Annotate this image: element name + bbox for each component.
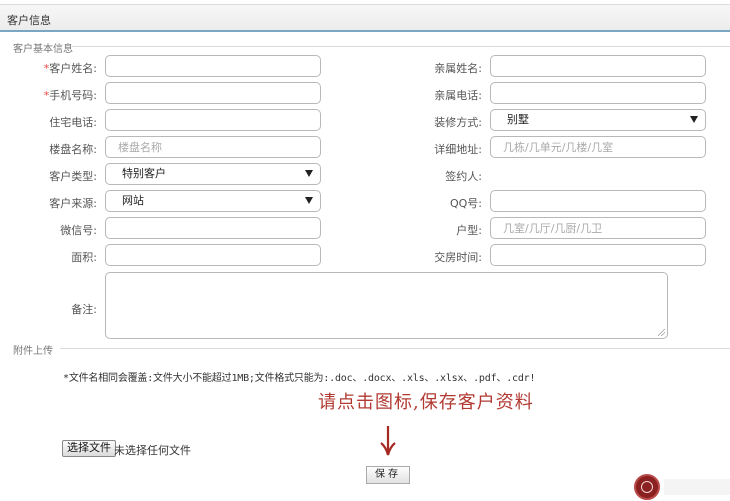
decoration-select[interactable]: 别墅 <box>490 109 706 131</box>
decoration-value: 别墅 <box>507 113 529 126</box>
area-input[interactable] <box>105 244 321 266</box>
qq-input[interactable] <box>490 190 706 212</box>
save-hint-text: 请点击图标,保存客户资料 <box>318 392 534 413</box>
signer-label: 签约人: <box>445 170 482 183</box>
building-input[interactable] <box>105 136 321 158</box>
watermark <box>664 479 730 495</box>
page-title: 客户信息 <box>7 14 51 27</box>
section-title-basic: 客户基本信息 <box>13 44 73 55</box>
attachment-note: *文件名相同会覆盖:文件大小不能超过1MB;文件格式只能为:.doc、.docx… <box>63 373 536 384</box>
arrow-down-icon <box>380 426 396 456</box>
save-button[interactable]: 保存 <box>366 466 410 484</box>
relative-phone-label: 亲属电话: <box>434 89 482 102</box>
relative-name-label: 亲属姓名: <box>434 62 482 75</box>
choose-file-button[interactable]: 选择文件 <box>62 440 116 457</box>
mobile-input[interactable] <box>105 82 321 104</box>
remark-textarea[interactable] <box>105 272 668 339</box>
relative-name-input[interactable] <box>490 55 706 77</box>
qq-label: QQ号: <box>449 197 482 210</box>
customer-type-value: 特别客户 <box>122 167 166 180</box>
area-label: 面积: <box>71 251 97 264</box>
seal-inner-ring <box>641 481 653 493</box>
decoration-label: 装修方式: <box>434 116 482 129</box>
section-divider <box>72 46 730 47</box>
address-label: 详细地址: <box>434 143 482 156</box>
customer-name-input[interactable] <box>105 55 321 77</box>
address-input[interactable] <box>490 136 706 158</box>
customer-type-label: 客户类型: <box>49 170 97 183</box>
layout-input[interactable] <box>490 217 706 239</box>
customer-name-label: *客户姓名: <box>43 62 97 75</box>
section-divider <box>60 348 730 349</box>
section-title-attachment: 附件上传 <box>13 346 53 357</box>
customer-source-label: 客户来源: <box>49 197 97 210</box>
home-phone-input[interactable] <box>105 109 321 131</box>
mobile-label: *手机号码: <box>43 89 97 102</box>
chevron-down-icon <box>305 170 313 177</box>
customer-source-value: 网站 <box>122 194 144 207</box>
chevron-down-icon <box>690 116 698 123</box>
building-label: 楼盘名称: <box>49 143 97 156</box>
layout-label: 户型: <box>456 224 482 237</box>
file-status-text: 未选择任何文件 <box>114 444 191 457</box>
delivery-time-label: 交房时间: <box>434 251 482 264</box>
delivery-time-input[interactable] <box>490 244 706 266</box>
chevron-down-icon <box>305 197 313 204</box>
page-header: 客户信息 <box>0 4 730 32</box>
seal-logo-icon <box>634 474 660 500</box>
remark-label: 备注: <box>71 303 97 316</box>
wechat-label: 微信号: <box>60 224 97 237</box>
home-phone-label: 住宅电话: <box>49 116 97 129</box>
wechat-input[interactable] <box>105 217 321 239</box>
relative-phone-input[interactable] <box>490 82 706 104</box>
resize-grip-icon[interactable] <box>658 329 665 336</box>
customer-source-select[interactable]: 网站 <box>105 190 321 212</box>
customer-type-select[interactable]: 特别客户 <box>105 163 321 185</box>
